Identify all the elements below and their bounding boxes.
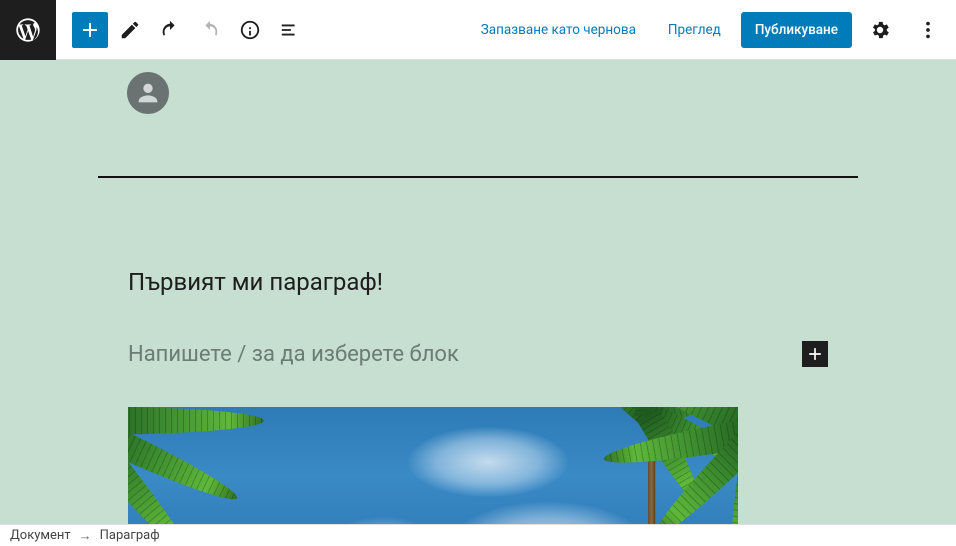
author-avatar bbox=[118, 70, 838, 116]
outline-button[interactable] bbox=[272, 12, 308, 48]
add-block-button[interactable] bbox=[72, 12, 108, 48]
settings-button[interactable] bbox=[860, 10, 900, 50]
paragraph-block[interactable]: Първият ми параграф! bbox=[118, 268, 838, 296]
redo-button bbox=[192, 12, 228, 48]
save-draft-button[interactable]: Запазване като чернова bbox=[469, 14, 648, 46]
inline-add-block-button[interactable] bbox=[802, 341, 828, 367]
publish-button[interactable]: Публикуване bbox=[741, 12, 852, 48]
wordpress-logo[interactable] bbox=[0, 0, 56, 60]
image-block[interactable] bbox=[128, 407, 738, 524]
breadcrumb-root[interactable]: Документ bbox=[10, 528, 71, 543]
more-options-button[interactable] bbox=[908, 10, 948, 50]
preview-button[interactable]: Преглед bbox=[656, 14, 733, 46]
edit-tool-button[interactable] bbox=[112, 12, 148, 48]
right-tool-group: Запазване като чернова Преглед Публикува… bbox=[469, 10, 948, 50]
separator-block[interactable] bbox=[98, 176, 858, 178]
undo-button[interactable] bbox=[152, 12, 188, 48]
breadcrumb-leaf[interactable]: Параграф bbox=[100, 528, 160, 543]
editor-canvas[interactable]: Първият ми параграф! Напишете / за да из… bbox=[0, 60, 956, 524]
block-breadcrumb: Документ → Параграф bbox=[0, 524, 956, 546]
editor-toolbar: Запазване като чернова Преглед Публикува… bbox=[0, 0, 956, 60]
left-tool-group bbox=[56, 12, 308, 48]
block-placeholder-text: Напишете / за да изберете блок bbox=[128, 342, 459, 367]
info-button[interactable] bbox=[232, 12, 268, 48]
default-block-appender[interactable]: Напишете / за да изберете блок bbox=[118, 341, 838, 367]
chevron-right-icon: → bbox=[79, 528, 92, 544]
